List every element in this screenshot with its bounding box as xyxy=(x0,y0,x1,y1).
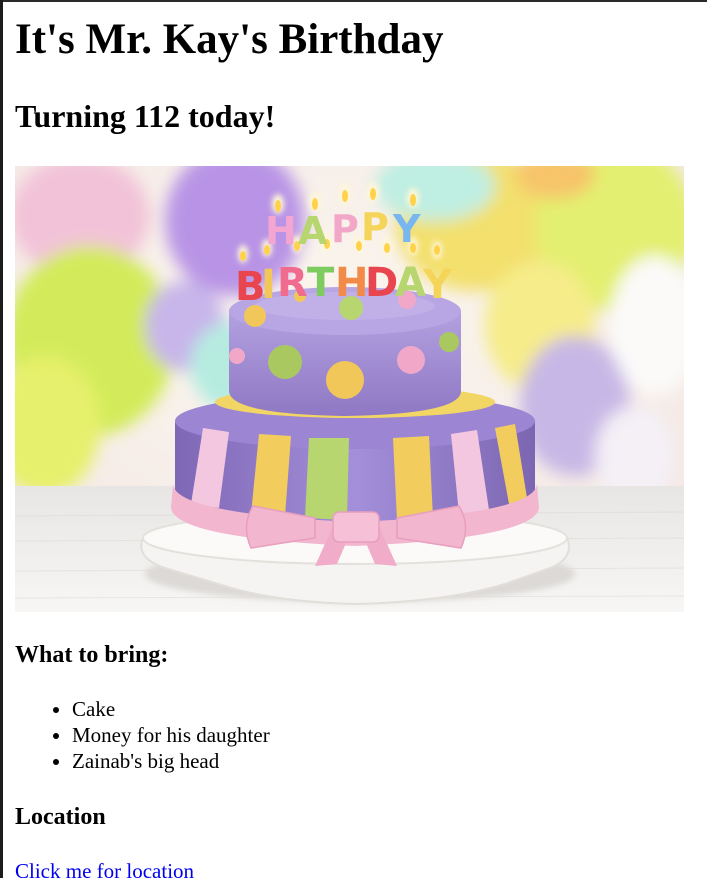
svg-text:D: D xyxy=(365,260,398,306)
bring-list: Cake Money for his daughter Zainab's big… xyxy=(15,696,270,774)
svg-text:H: H xyxy=(265,209,297,253)
location-link[interactable]: Click me for location xyxy=(15,858,194,878)
list-item: Zainab's big head xyxy=(72,748,270,774)
page-title: It's Mr. Kay's Birthday xyxy=(15,16,444,63)
svg-text:P: P xyxy=(331,207,359,251)
svg-text:T: T xyxy=(307,260,335,306)
page-subtitle: Turning 112 today! xyxy=(15,98,276,134)
list-item: Cake xyxy=(72,696,270,722)
window-left-edge xyxy=(0,0,3,878)
svg-text:Y: Y xyxy=(422,262,453,308)
svg-text:A: A xyxy=(395,260,426,306)
what-to-bring-heading: What to bring: xyxy=(15,642,169,668)
svg-text:H: H xyxy=(335,260,368,306)
window-top-edge xyxy=(0,0,707,2)
svg-text:I: I xyxy=(261,262,276,308)
svg-text:A: A xyxy=(298,209,328,253)
list-item: Money for his daughter xyxy=(72,722,270,748)
birthday-cake-image: H A P P Y B I R T H D A Y xyxy=(15,166,684,612)
svg-text:R: R xyxy=(277,260,308,306)
svg-text:Y: Y xyxy=(392,207,421,251)
svg-text:P: P xyxy=(361,205,389,249)
location-heading: Location xyxy=(15,804,106,830)
